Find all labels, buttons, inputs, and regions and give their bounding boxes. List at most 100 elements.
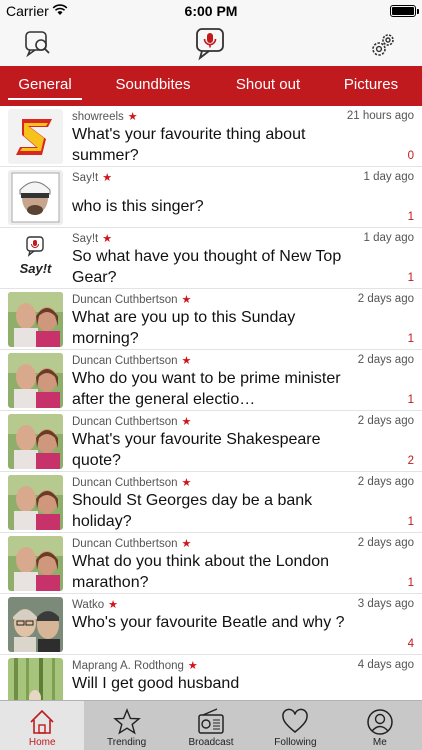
author-name: Say!t — [72, 171, 99, 184]
feed-row[interactable]: Watko ★ 3 days ago Who's your favourite B… — [0, 594, 422, 655]
star-icon: ★ — [181, 538, 192, 550]
tab-me-label: Me — [372, 737, 387, 748]
couple-photo-icon — [8, 475, 63, 530]
author-name: Say!t — [72, 232, 99, 245]
couple-photo-icon — [8, 414, 63, 469]
couple-avatar[interactable] — [8, 353, 63, 408]
showreels-avatar[interactable] — [8, 109, 63, 164]
reply-count: 1 — [407, 516, 414, 528]
question-text: Should St Georges day be a bank holiday? — [72, 492, 313, 530]
reply-count: 1 — [407, 272, 414, 284]
tab-shout-out[interactable]: Shout out — [216, 66, 320, 106]
bottom-tab-bar: Home Trending Broadcast Following Me — [0, 700, 422, 750]
post-time: 1 day ago — [363, 171, 414, 183]
search-people-button[interactable] — [20, 26, 56, 62]
search-people-icon — [25, 31, 50, 58]
post-time: 4 days ago — [357, 659, 414, 671]
question-text: Who's your favourite Beatle and why ? — [72, 614, 345, 631]
tab-pictures[interactable]: Pictures — [320, 66, 422, 106]
profile-icon — [367, 709, 393, 735]
feed-row[interactable]: Maprang A. Rodthong ★ 4 days ago Will I g… — [0, 655, 422, 700]
record-button[interactable] — [193, 26, 229, 62]
radio-icon — [198, 708, 224, 734]
tab-me[interactable]: Me — [338, 701, 422, 750]
question-text: Who do you want to be prime minister aft… — [72, 370, 341, 408]
reply-count: 1 — [407, 577, 414, 589]
couple-photo-icon — [8, 292, 63, 347]
star-icon: ★ — [108, 599, 119, 611]
feed-row[interactable]: Say!t ★ 1 day ago who is this singer? 1 — [0, 167, 422, 228]
reply-count: 4 — [407, 638, 414, 650]
question-text: What are you up to this Sunday morning? — [72, 309, 296, 347]
tab-home[interactable]: Home — [0, 701, 85, 750]
post-time: 21 hours ago — [346, 110, 414, 122]
couple-avatar[interactable] — [8, 475, 63, 530]
tab-trending-label: Trending — [107, 737, 147, 748]
question-text: What's your favourite thing about summer… — [72, 126, 306, 164]
bamboo-avatar[interactable] — [8, 658, 63, 700]
couple-photo-icon — [8, 536, 63, 591]
feed-row[interactable]: Say!t Say!t ★ 1 day ago So what have you … — [0, 228, 422, 289]
feed-row[interactable]: showreels ★ 21 hours ago What's your favo… — [0, 106, 422, 167]
watko-photo-icon — [8, 597, 63, 652]
author-name: Duncan Cuthbertson — [72, 537, 178, 550]
reply-count: 1 — [407, 211, 414, 223]
tab-following-label: Following — [274, 737, 317, 748]
sayit-logo-icon: Say!t — [8, 231, 63, 286]
reply-count: 0 — [407, 150, 414, 162]
author-name: Duncan Cuthbertson — [72, 415, 178, 428]
reply-count: 2 — [407, 455, 414, 467]
reply-count: 1 — [407, 333, 414, 345]
post-time: 2 days ago — [357, 293, 414, 305]
sayit-avatar[interactable]: Say!t — [8, 231, 63, 286]
svg-text:Say!t: Say!t — [20, 261, 52, 276]
feed-row[interactable]: Duncan Cuthbertson ★ 2 days ago Who do yo… — [0, 350, 422, 411]
star-outline-icon — [112, 708, 141, 735]
singer-avatar[interactable] — [8, 170, 63, 225]
question-text: What's your favourite Shakespeare quote? — [72, 431, 321, 469]
clock: 6:00 PM — [184, 3, 238, 19]
feed-row[interactable]: Duncan Cuthbertson ★ 2 days ago What are … — [0, 289, 422, 350]
author-name: Maprang A. Rodthong — [72, 659, 184, 672]
category-tabs: General Soundbites Shout out Pictures — [0, 66, 422, 106]
question-text: who is this singer? — [72, 198, 204, 215]
post-time: 2 days ago — [357, 415, 414, 427]
post-time: 2 days ago — [357, 476, 414, 488]
battery-icon — [390, 5, 419, 17]
tab-broadcast[interactable]: Broadcast — [169, 701, 253, 750]
couple-avatar[interactable] — [8, 536, 63, 591]
question-text: So what have you thought of New Top Gear… — [72, 248, 342, 286]
author-name: showreels — [72, 110, 124, 123]
watko-avatar[interactable] — [8, 597, 63, 652]
feed-row[interactable]: Duncan Cuthbertson ★ 2 days ago What's yo… — [0, 411, 422, 472]
tab-following[interactable]: Following — [253, 701, 337, 750]
heart-icon — [282, 708, 309, 733]
nav-bar — [0, 22, 422, 66]
settings-button[interactable] — [366, 26, 402, 62]
home-icon — [30, 709, 54, 734]
feed-row[interactable]: Duncan Cuthbertson ★ 2 days ago Should St… — [0, 472, 422, 533]
star-icon: ★ — [102, 172, 113, 184]
post-time: 2 days ago — [357, 537, 414, 549]
tab-soundbites[interactable]: Soundbites — [90, 66, 216, 106]
star-icon: ★ — [187, 660, 198, 672]
microphone-bubble-icon — [196, 28, 224, 61]
reply-count: 1 — [407, 394, 414, 406]
tab-general[interactable]: General — [0, 66, 90, 106]
star-icon: ★ — [181, 355, 192, 367]
post-time: 2 days ago — [357, 354, 414, 366]
status-bar: Carrier 6:00 PM — [0, 0, 422, 22]
feed-row[interactable]: Duncan Cuthbertson ★ 2 days ago What do y… — [0, 533, 422, 594]
gears-icon — [372, 34, 394, 56]
couple-avatar[interactable] — [8, 292, 63, 347]
star-icon: ★ — [127, 111, 138, 123]
question-feed[interactable]: showreels ★ 21 hours ago What's your favo… — [0, 106, 422, 700]
star-icon: ★ — [181, 294, 192, 306]
tab-trending[interactable]: Trending — [84, 701, 168, 750]
author-name: Duncan Cuthbertson — [72, 476, 178, 489]
question-text: Will I get good husband — [72, 675, 240, 692]
author-name: Duncan Cuthbertson — [72, 354, 178, 367]
couple-avatar[interactable] — [8, 414, 63, 469]
star-icon: ★ — [181, 416, 192, 428]
singer-photo-icon — [8, 170, 63, 225]
